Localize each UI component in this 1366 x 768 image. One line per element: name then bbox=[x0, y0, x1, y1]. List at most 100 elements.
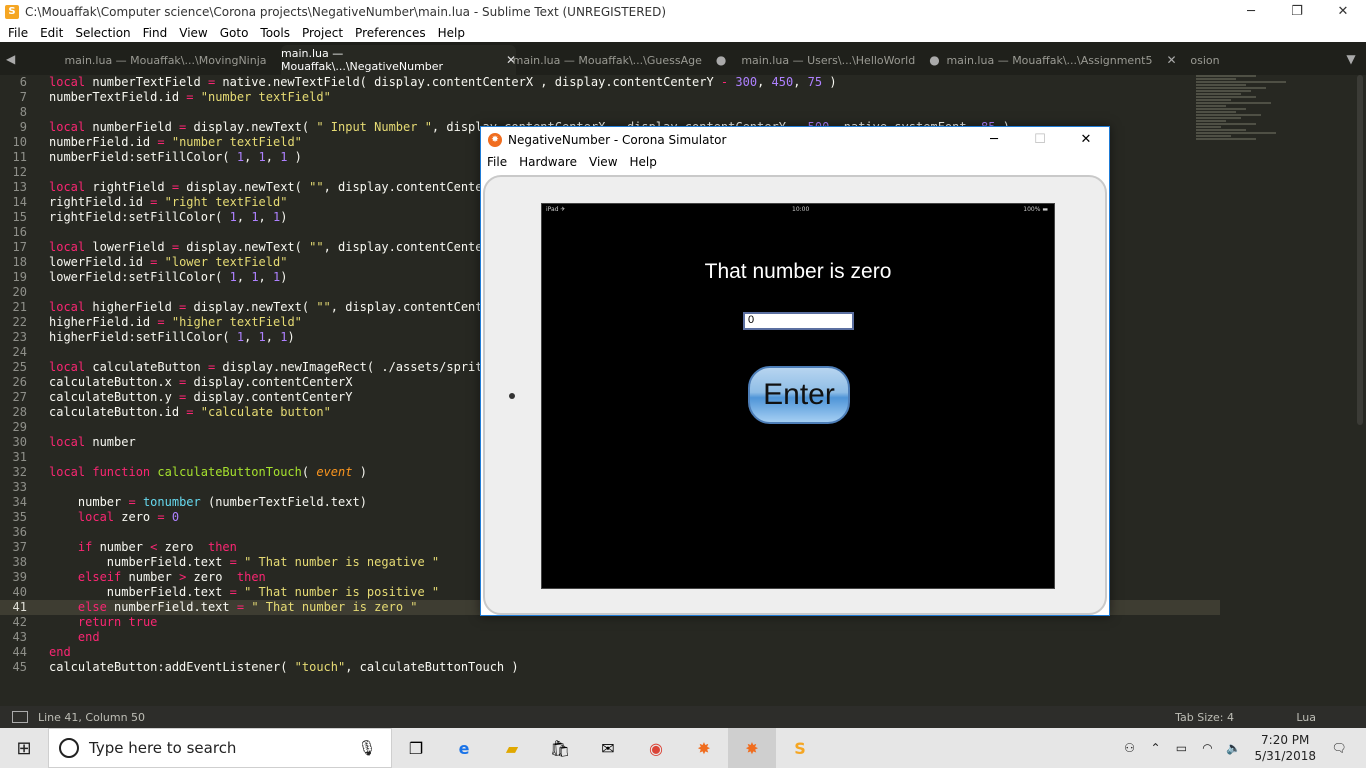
line-number: 28 bbox=[12, 405, 27, 419]
sim-menu-file[interactable]: File bbox=[481, 155, 513, 169]
line-number: 38 bbox=[12, 555, 27, 569]
minimize-button[interactable]: ─ bbox=[1228, 0, 1274, 23]
notifications-icon[interactable]: 🗨 bbox=[1326, 741, 1352, 755]
taskbar-search[interactable]: Type here to search 🎙 bbox=[48, 728, 392, 768]
menu-goto[interactable]: Goto bbox=[212, 26, 253, 40]
status-bar: Line 41, Column 50 Tab Size: 4 Lua bbox=[0, 706, 1366, 728]
code-line[interactable]: local numberTextField = native.newTextFi… bbox=[49, 75, 1010, 90]
volume-icon[interactable]: 🔈 bbox=[1220, 741, 1246, 755]
tab-label: main.lua — Mouaffak\...\GuessAge bbox=[512, 53, 702, 67]
battery-icon[interactable]: ▭ bbox=[1168, 741, 1194, 755]
tab-guessage[interactable]: main.lua — Mouaffak\...\GuessAge ● bbox=[502, 45, 737, 75]
line-number: 39 bbox=[12, 570, 27, 584]
search-placeholder: Type here to search bbox=[89, 739, 237, 757]
microphone-icon[interactable]: 🎙 bbox=[355, 739, 379, 757]
menu-help[interactable]: Help bbox=[430, 26, 469, 40]
line-number: 26 bbox=[12, 375, 27, 389]
menu-preferences[interactable]: Preferences bbox=[347, 26, 430, 40]
menu-tools[interactable]: Tools bbox=[252, 26, 294, 40]
title-bar: S C:\Mouaffak\Computer science\Corona pr… bbox=[0, 0, 1366, 23]
panel-toggle-icon[interactable] bbox=[12, 711, 28, 723]
sublime-taskbar-icon[interactable]: S bbox=[776, 728, 824, 768]
store-icon[interactable]: 🛍 bbox=[536, 728, 584, 768]
line-number: 6 bbox=[19, 75, 27, 89]
line-number: 19 bbox=[12, 270, 27, 284]
enter-button[interactable]: Enter bbox=[748, 366, 850, 424]
file-explorer-icon[interactable]: ▰ bbox=[488, 728, 536, 768]
scrollbar-thumb[interactable] bbox=[1357, 75, 1363, 425]
show-hidden-icons[interactable]: ⌃ bbox=[1142, 741, 1168, 755]
minimap[interactable] bbox=[1196, 75, 1296, 165]
syntax-selector[interactable]: Lua bbox=[1296, 711, 1316, 724]
tab-helloworld[interactable]: main.lua — Users\...\HelloWorld ● bbox=[723, 45, 958, 75]
tab-label: main.lua — Mouaffak\...\MovingNinja bbox=[64, 53, 267, 67]
clock-time: 7:20 PM bbox=[1261, 733, 1310, 747]
menu-file[interactable]: File bbox=[0, 26, 32, 40]
tab-size-selector[interactable]: Tab Size: 4 bbox=[1175, 711, 1234, 724]
clock[interactable]: 7:20 PM 5/31/2018 bbox=[1254, 732, 1316, 764]
line-number: 9 bbox=[19, 120, 27, 134]
menu-edit[interactable]: Edit bbox=[32, 26, 67, 40]
chrome-icon[interactable]: ◉ bbox=[632, 728, 680, 768]
system-tray: ⚇ ⌃ ▭ ◠ 🔈 7:20 PM 5/31/2018 🗨 bbox=[1116, 728, 1366, 768]
people-icon[interactable]: ⚇ bbox=[1116, 741, 1142, 755]
windows-start-icon[interactable]: ⊞ bbox=[0, 728, 48, 768]
code-line[interactable]: calculateButton:addEventListener( "touch… bbox=[49, 660, 1010, 675]
menu-bar: File Edit Selection Find View Goto Tools… bbox=[0, 23, 1366, 42]
sublime-app-icon: S bbox=[5, 4, 19, 19]
task-view-icon[interactable]: ❐ bbox=[392, 728, 440, 768]
mail-icon[interactable]: ✉ bbox=[584, 728, 632, 768]
close-button[interactable]: ✕ bbox=[1320, 0, 1366, 23]
simulator-close-button[interactable]: ✕ bbox=[1063, 132, 1109, 147]
corona-taskbar-icon[interactable]: ✸ bbox=[680, 728, 728, 768]
line-number: 23 bbox=[12, 330, 27, 344]
camera-dot bbox=[509, 393, 515, 399]
maximize-button[interactable]: ❐ bbox=[1274, 0, 1320, 23]
menu-project[interactable]: Project bbox=[294, 26, 347, 40]
device-screen: iPad ✈ 10:00 100% ▬ That number is zero … bbox=[541, 203, 1055, 589]
line-number: 18 bbox=[12, 255, 27, 269]
line-number: 14 bbox=[12, 195, 27, 209]
editor-scrollbar[interactable] bbox=[1354, 75, 1366, 706]
menu-selection[interactable]: Selection bbox=[67, 26, 134, 40]
device-battery: 100% ▬ bbox=[1023, 206, 1048, 213]
tab-movingninja[interactable]: main.lua — Mouaffak\...\MovingNinja✕ bbox=[60, 45, 295, 75]
line-number: 22 bbox=[12, 315, 27, 329]
tab-dirty-icon[interactable]: ● bbox=[929, 53, 939, 67]
number-input[interactable]: 0 bbox=[743, 312, 854, 330]
line-number: 45 bbox=[12, 660, 27, 674]
wifi-icon[interactable]: ◠ bbox=[1194, 741, 1220, 755]
device-time: 10:00 bbox=[792, 206, 810, 213]
line-number: 17 bbox=[12, 240, 27, 254]
code-line[interactable]: return true bbox=[49, 615, 1010, 630]
line-number: 31 bbox=[12, 450, 27, 464]
sim-menu-hardware[interactable]: Hardware bbox=[513, 155, 583, 169]
code-line[interactable] bbox=[49, 105, 1010, 120]
line-number: 42 bbox=[12, 615, 27, 629]
line-number: 36 bbox=[12, 525, 27, 539]
tab-negativenumber[interactable]: main.lua — Mouaffak\...\NegativeNumber ✕ bbox=[281, 45, 516, 75]
tab-overflow-icon[interactable]: ▼ bbox=[1336, 42, 1366, 75]
tab-explosion[interactable]: osion bbox=[1165, 45, 1245, 75]
line-number: 44 bbox=[12, 645, 27, 659]
simulator-minimize-button[interactable]: ─ bbox=[971, 132, 1017, 147]
tab-label: main.lua — Users\...\HelloWorld bbox=[741, 53, 916, 67]
code-line[interactable]: end bbox=[49, 630, 1010, 645]
line-number: 13 bbox=[12, 180, 27, 194]
code-line[interactable]: numberTextField.id = "number textField" bbox=[49, 90, 1010, 105]
line-number: 43 bbox=[12, 630, 27, 644]
window-controls: ─ ❐ ✕ bbox=[1228, 0, 1366, 23]
tab-scroll-left-icon[interactable]: ◀ bbox=[0, 42, 60, 75]
line-number: 33 bbox=[12, 480, 27, 494]
menu-find[interactable]: Find bbox=[135, 26, 172, 40]
corona-simulator-window: ✸ NegativeNumber - Corona Simulator ─ ☐ … bbox=[480, 126, 1110, 616]
sim-menu-view[interactable]: View bbox=[583, 155, 623, 169]
line-number: 16 bbox=[12, 225, 27, 239]
menu-view[interactable]: View bbox=[171, 26, 211, 40]
tab-assignment5[interactable]: main.lua — Mouaffak\...\Assignment5 ✕ bbox=[944, 45, 1179, 75]
line-number: 32 bbox=[12, 465, 27, 479]
edge-icon[interactable]: e bbox=[440, 728, 488, 768]
code-line[interactable]: end bbox=[49, 645, 1010, 660]
corona-simulator-taskbar-icon[interactable]: ✸ bbox=[728, 728, 776, 768]
sim-menu-help[interactable]: Help bbox=[624, 155, 663, 169]
